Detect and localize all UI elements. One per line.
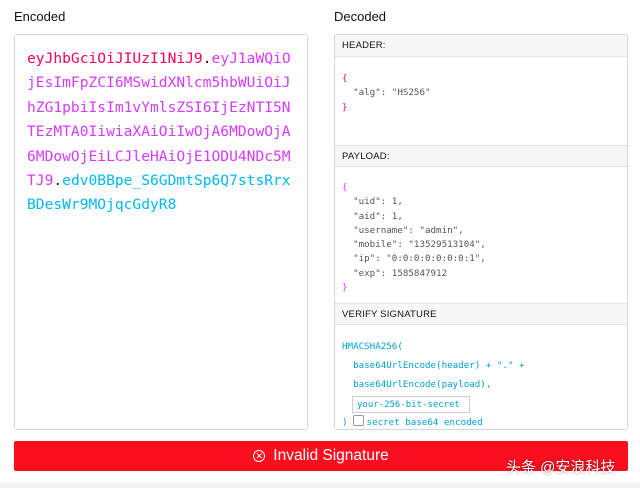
payload-json[interactable]: { "uid": 1, "aid": 1, "username": "admin…	[342, 181, 486, 295]
decoded-title: Decoded	[334, 9, 387, 24]
json-brace-open: {	[342, 182, 348, 193]
verify-section-label: VERIFY SIGNATURE	[335, 303, 627, 325]
decoded-panel: HEADER: { "alg": "HS256" } PAYLOAD: { "u…	[334, 34, 628, 430]
json-line: "username": "admin",	[342, 224, 464, 236]
signature-status-text: Invalid Signature	[273, 447, 389, 464]
json-line: "exp": 1585847912	[342, 267, 448, 279]
token-header-part: eyJhbGciOiJIUzI1NiJ9	[27, 50, 203, 67]
verify-line: base64UrlEncode(payload),	[342, 379, 492, 390]
verify-signature-block: HMACSHA256( base64UrlEncode(header) + ".…	[342, 337, 525, 429]
header-section-label: HEADER:	[335, 35, 627, 57]
token-dot: .	[202, 50, 212, 67]
secret-row	[342, 394, 525, 413]
secret-input[interactable]	[352, 396, 470, 413]
json-line: "aid": 1,	[342, 210, 403, 222]
bottom-edge	[0, 482, 640, 488]
verify-line: base64UrlEncode(header) + "." +	[342, 360, 525, 371]
encoded-token: eyJhbGciOiJIUzI1NiJ9.eyJ1aWQiOjEsImFpZCI…	[27, 47, 299, 218]
base64-checkbox-label: secret base64 encoded	[366, 417, 483, 428]
verify-close-paren: )	[342, 417, 348, 428]
json-brace-close: }	[342, 101, 348, 113]
watermark-text: 头条 @安浪科技	[506, 459, 616, 476]
token-payload-part: eyJ1aWQiOjEsImFpZCI6MSwidXNlcm5hbWUiOiJh…	[27, 50, 291, 190]
x-circle-icon: ✕	[253, 450, 266, 462]
base64-checkbox[interactable]	[352, 415, 364, 426]
json-alg-line: "alg": "HS256"	[342, 87, 431, 99]
json-line: "mobile": "13529513104",	[342, 239, 486, 251]
json-line: "uid": 1,	[342, 196, 403, 208]
json-brace-open: {	[342, 73, 348, 84]
token-signature-part: edv0BBpe_S6GDmtSp6Q7stsRrxBDesWr9MOjqcGd…	[27, 172, 291, 214]
base64-row: ) secret base64 encoded	[342, 413, 525, 429]
json-brace-close: }	[342, 282, 348, 294]
payload-section-label: PAYLOAD:	[335, 145, 627, 167]
header-json[interactable]: { "alg": "HS256" }	[342, 72, 431, 115]
token-dot: .	[53, 172, 63, 190]
encoded-token-textarea[interactable]: eyJhbGciOiJIUzI1NiJ9.eyJ1aWQiOjEsImFpZCI…	[14, 34, 308, 430]
verify-line: HMACSHA256(	[342, 341, 403, 352]
encoded-title: Encoded	[14, 9, 66, 24]
json-line: "ip": "0:0:0:0:0:0:0:1",	[342, 253, 486, 265]
